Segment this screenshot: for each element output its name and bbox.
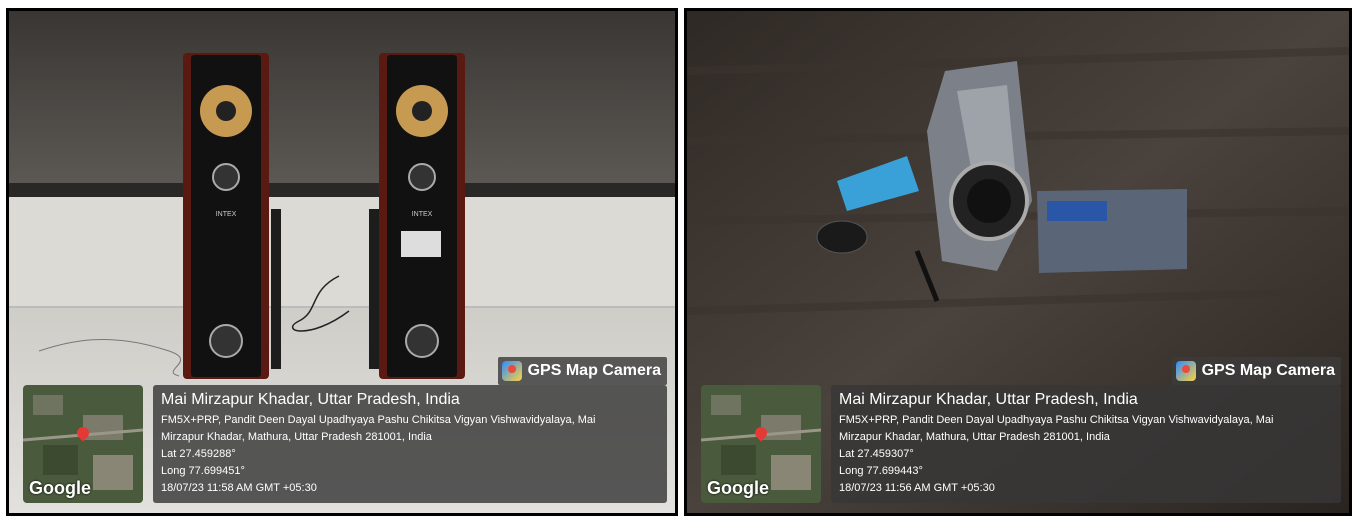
datetime: 18/07/23 11:58 AM GMT +05:30 <box>161 482 317 494</box>
google-logo: Google <box>707 478 769 498</box>
gps-map-camera-badge: GPS Map Camera <box>497 357 667 385</box>
photo-panel-speakers: INTEX INTEX GPS Map Camera Google Mai Mi… <box>6 8 678 516</box>
map-thumbnail: Google <box>701 385 821 503</box>
location-title: Mai Mirzapur Khadar, Uttar Pradesh, Indi… <box>839 391 1138 408</box>
longitude: Long 77.699451° <box>161 465 245 477</box>
address-line-1: FM5X+PRP, Pandit Deen Dayal Upadhyaya Pa… <box>839 414 1274 426</box>
address-line-1: FM5X+PRP, Pandit Deen Dayal Upadhyaya Pa… <box>161 414 596 426</box>
badge-label: GPS Map Camera <box>527 362 661 379</box>
address-line-2: Mirzapur Khadar, Mathura, Uttar Pradesh … <box>161 431 432 443</box>
speaker-brand-label: INTEX <box>216 211 237 218</box>
geo-info-box: Mai Mirzapur Khadar, Uttar Pradesh, Indi… <box>831 385 1341 503</box>
google-logo: Google <box>29 478 91 498</box>
latitude: Lat 27.459307° <box>839 448 914 460</box>
address-line-2: Mirzapur Khadar, Mathura, Uttar Pradesh … <box>839 431 1110 443</box>
gps-map-camera-icon <box>1175 361 1196 381</box>
photo-panel-camcorder: GPS Map Camera Google Mai Mirzapur Khada… <box>684 8 1352 516</box>
longitude: Long 77.699443° <box>839 465 923 477</box>
badge-label: GPS Map Camera <box>1201 362 1335 379</box>
geo-info-box: Mai Mirzapur Khadar, Uttar Pradesh, Indi… <box>153 385 667 503</box>
map-thumbnail: Google <box>23 385 143 503</box>
latitude: Lat 27.459288° <box>161 448 236 460</box>
gps-map-camera-icon <box>501 361 522 381</box>
speaker-brand-label: INTEX <box>412 211 433 218</box>
location-title: Mai Mirzapur Khadar, Uttar Pradesh, Indi… <box>161 391 460 408</box>
datetime: 18/07/23 11:56 AM GMT +05:30 <box>839 482 995 494</box>
gps-map-camera-badge: GPS Map Camera <box>1171 357 1341 385</box>
